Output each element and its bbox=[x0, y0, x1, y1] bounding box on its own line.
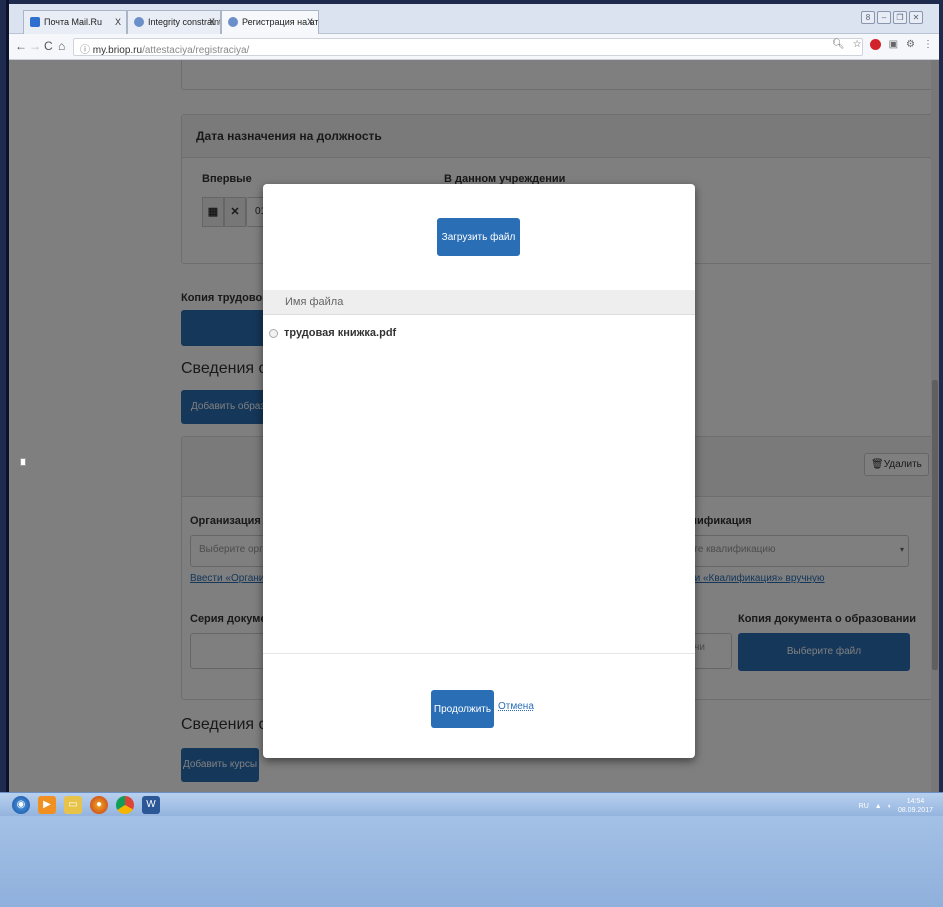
mail-favicon-icon bbox=[30, 17, 40, 27]
page-favicon-icon bbox=[228, 17, 238, 27]
close-icon[interactable]: X bbox=[307, 17, 313, 27]
star-icon[interactable]: ☆ bbox=[853, 39, 862, 50]
close-window-icon[interactable]: ✕ bbox=[909, 11, 923, 24]
chrome-icon[interactable] bbox=[116, 796, 134, 814]
tab-registration[interactable]: Регистрация на аттеста X bbox=[221, 10, 319, 34]
extension-icon[interactable]: ▣ bbox=[889, 39, 898, 50]
continue-button[interactable]: Продолжить bbox=[431, 690, 494, 728]
start-icon[interactable]: ◉ bbox=[12, 796, 30, 814]
window-frame-right bbox=[939, 0, 943, 907]
browser-toolbar: ← → C ⌂ ⓘ my.briop.ru/attestaciya/regist… bbox=[9, 34, 939, 60]
info-icon: ⓘ bbox=[80, 45, 93, 56]
tab-integrity[interactable]: Integrity constraint violat X bbox=[127, 10, 221, 34]
file-list-item[interactable]: трудовая книжка.pdf bbox=[269, 327, 396, 339]
reload-icon[interactable]: C bbox=[44, 39, 53, 53]
url-host: my.briop.ru bbox=[92, 45, 143, 56]
language-indicator[interactable]: RU bbox=[859, 803, 869, 810]
extension2-icon[interactable]: ⚙ bbox=[906, 39, 915, 50]
restore-icon[interactable]: ❐ bbox=[893, 11, 907, 24]
taskbar: ◉ ▶ ▭ ● W RU ▲ ◐ 14:54 08.09.2017 bbox=[0, 792, 943, 907]
clock[interactable]: 14:54 08.09.2017 bbox=[898, 797, 933, 815]
media-player-icon[interactable]: ▶ bbox=[38, 796, 56, 814]
url-path: /attestaciya/registraciya/ bbox=[142, 45, 250, 56]
adblock-icon[interactable] bbox=[869, 39, 881, 50]
tab-title: Почта Mail.Ru bbox=[44, 17, 102, 27]
browser-tab-strip: Почта Mail.Ru X Integrity constraint vio… bbox=[9, 4, 939, 34]
menu-icon[interactable]: ⋮ bbox=[923, 39, 933, 50]
resize-handle[interactable] bbox=[20, 458, 26, 466]
back-icon[interactable]: ← bbox=[15, 39, 27, 53]
tab-mail[interactable]: Почта Mail.Ru X bbox=[23, 10, 127, 34]
file-select-radio[interactable] bbox=[269, 328, 278, 338]
page-favicon-icon bbox=[134, 17, 144, 27]
time: 14:54 bbox=[906, 798, 925, 805]
word-icon[interactable]: W bbox=[142, 796, 160, 814]
window-frame-left bbox=[0, 0, 9, 907]
taskbar-bar: ◉ ▶ ▭ ● W RU ▲ ◐ 14:54 08.09.2017 bbox=[0, 792, 943, 816]
firefox-icon[interactable]: ● bbox=[90, 796, 108, 814]
network-icon[interactable]: ▲ bbox=[875, 803, 882, 810]
toolbar-icons: 🔍︎ ☆ ▣ ⚙ ⋮ bbox=[832, 39, 933, 50]
close-icon[interactable]: X bbox=[209, 17, 215, 27]
page-bottom-dimmed bbox=[9, 760, 939, 792]
file-name-column-header: Имя файла bbox=[263, 290, 695, 315]
volume-icon[interactable]: ◐ bbox=[888, 803, 892, 810]
home-icon[interactable]: ⌂ bbox=[58, 39, 65, 53]
screen: Почта Mail.Ru X Integrity constraint vio… bbox=[0, 0, 943, 907]
date: 08.09.2017 bbox=[897, 807, 933, 814]
window-controls: 8 – ❐ ✕ bbox=[861, 11, 923, 24]
file-name: трудовая книжка.pdf bbox=[284, 327, 397, 339]
zoom-icon[interactable]: 🔍︎ bbox=[832, 39, 845, 50]
modal-footer: Продолжить Отмена bbox=[263, 653, 695, 758]
file-upload-modal: Загрузить файл Имя файла трудовая книжка… bbox=[263, 184, 695, 758]
address-bar[interactable]: ⓘ my.briop.ru/attestaciya/registraciya/ bbox=[73, 38, 863, 56]
profile-icon[interactable]: 8 bbox=[861, 11, 875, 24]
upload-file-button[interactable]: Загрузить файл bbox=[437, 218, 520, 256]
minimize-icon[interactable]: – bbox=[877, 11, 891, 24]
window-frame-top bbox=[0, 0, 943, 4]
explorer-icon[interactable]: ▭ bbox=[64, 796, 82, 814]
cancel-link[interactable]: Отмена bbox=[498, 701, 534, 712]
close-icon[interactable]: X bbox=[115, 17, 121, 27]
system-tray: RU ▲ ◐ 14:54 08.09.2017 bbox=[859, 797, 933, 815]
forward-icon[interactable]: → bbox=[29, 39, 41, 53]
